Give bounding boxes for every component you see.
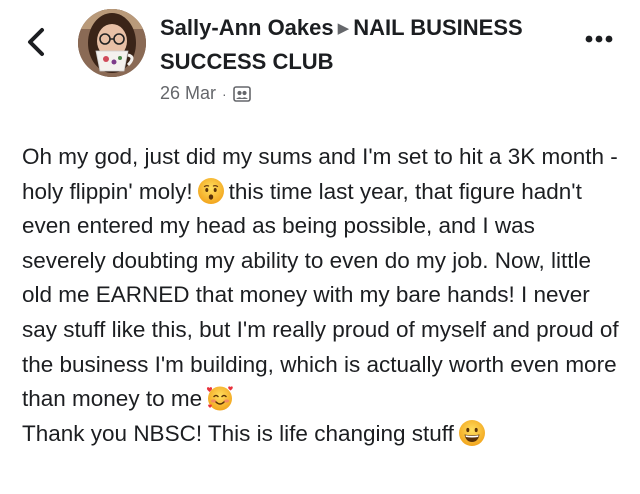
post-paragraph-1: Oh my god, just did my sums and I'm set … (22, 140, 622, 417)
avatar-photo (78, 9, 146, 77)
post-paragraph-2: Thank you NBSC! This is life changing st… (22, 417, 622, 452)
date-row: 26 Mar · (160, 83, 560, 104)
avatar[interactable] (78, 9, 146, 77)
post-date[interactable]: 26 Mar (160, 83, 216, 104)
post-text-part-3: Thank you NBSC! This is life changing st… (22, 420, 454, 446)
group-members-icon (232, 85, 251, 103)
grinning-face-emoji-icon (458, 419, 486, 447)
separator-dot: · (222, 85, 227, 102)
author-name[interactable]: Sally-Ann Oakes (160, 15, 334, 40)
arrow-right-icon: ▶ (337, 20, 350, 37)
post-body: Oh my god, just did my sums and I'm set … (22, 140, 622, 451)
post-meta: Sally-Ann Oakes ▶ NAIL BUSINESS SUCCESS CL… (160, 12, 560, 104)
back-button[interactable] (22, 24, 52, 60)
author-line: Sally-Ann Oakes ▶ NAIL BUSINESS SUCCESS CL… (160, 12, 560, 77)
post-text-part-2: this time last year, that figure hadn't … (22, 178, 619, 412)
post-header: Sally-Ann Oakes ▶ NAIL BUSINESS SUCCESS CL… (0, 0, 640, 120)
more-horizontal-icon (585, 35, 613, 43)
smiling-face-with-hearts-emoji-icon (206, 384, 234, 412)
chevron-left-icon (28, 28, 44, 56)
more-options-button[interactable] (584, 32, 614, 46)
hushed-face-emoji-icon (197, 177, 225, 205)
